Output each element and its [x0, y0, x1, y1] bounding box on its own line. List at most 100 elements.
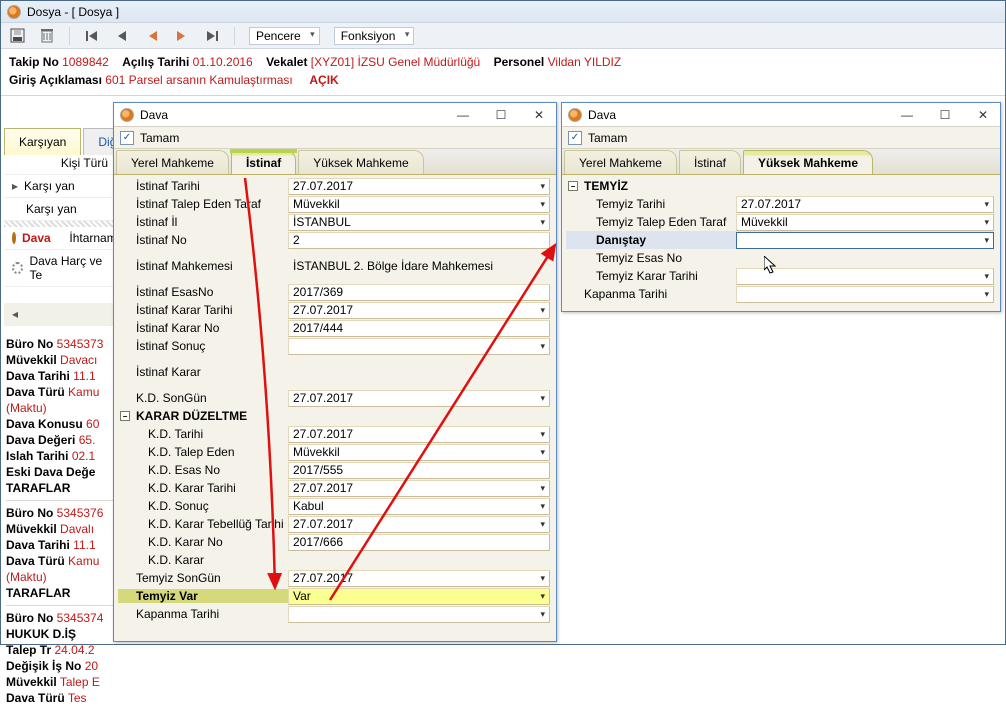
kd-section[interactable]: −KARAR DÜZELTME [118, 407, 550, 425]
kdkt-label: K.D. Karar Tarihi [118, 481, 288, 495]
kde-field[interactable]: 2017/555 [288, 462, 550, 479]
kdte-label: K.D. Talep Eden [118, 445, 288, 459]
nav-first-icon[interactable] [84, 28, 100, 44]
vekalet-val: [XYZ01] İZSU Genel Müdürlüğü [311, 55, 480, 69]
tab-istinaf[interactable]: İstinaf [231, 150, 296, 174]
tamam-label: Tamam [140, 131, 179, 145]
tamam-checkbox[interactable]: ✓ [568, 131, 582, 145]
toolbar-sep [69, 27, 70, 45]
dlg1-titlebar[interactable]: Dava — ☐ ✕ [114, 103, 556, 127]
harc-row[interactable]: Dava Harç ve Te [4, 250, 116, 287]
app-icon [568, 108, 582, 122]
son-field[interactable]: ▾ [288, 338, 550, 355]
main-titlebar: Dosya - [ Dosya ] [1, 1, 1005, 23]
nav-next-red-icon[interactable] [174, 28, 190, 44]
il-field[interactable]: İSTANBUL▾ [288, 214, 550, 231]
kdtt-field[interactable]: 27.07.2017▾ [288, 516, 550, 533]
dlg1-title: Dava [140, 108, 168, 122]
esas-label: İstinaf EsasNo [118, 285, 288, 299]
save-icon[interactable] [9, 28, 25, 44]
kdsg-label: K.D. SonGün [118, 391, 288, 405]
toolbar-sep [234, 27, 235, 45]
tab-yerel[interactable]: Yerel Mahkeme [116, 150, 229, 174]
giris-label: Giriş Açıklaması [9, 73, 102, 87]
no-label: İstinaf No [118, 233, 288, 247]
esas-field[interactable]: 2017/369 [288, 284, 550, 301]
menu-pencere[interactable]: Pencere [249, 27, 320, 45]
tab-yuksek[interactable]: Yüksek Mahkeme [298, 150, 423, 174]
ikno-field[interactable]: 2017/444 [288, 320, 550, 337]
tkt-field[interactable]: ▾ [736, 268, 994, 285]
personel-val: Vildan YILDIZ [548, 55, 622, 69]
minimize-button[interactable]: — [452, 106, 474, 124]
main-toolbar: Pencere Fonksiyon [1, 23, 1005, 49]
info-bar: Takip No 1089842 Açılış Tarihi 01.10.201… [1, 49, 1005, 96]
menu-fonksiyon[interactable]: Fonksiyon [334, 27, 415, 45]
tab-yuksek[interactable]: Yüksek Mahkeme [743, 150, 873, 174]
ikt-field[interactable]: 27.07.2017▾ [288, 302, 550, 319]
karsi2-row[interactable]: Karşı yan [4, 198, 116, 221]
il-label: İstinaf İl [118, 215, 288, 229]
collapse-icon: − [568, 181, 578, 191]
mah-label: İstinaf Mahkemesi [118, 259, 288, 273]
nav-prev-icon[interactable] [114, 28, 130, 44]
left-body: Kişi Türü ▸Karşı yan Karşı yan Dava İhta… [4, 152, 116, 326]
dava-row[interactable]: Dava İhtarname [4, 227, 116, 250]
karsi1-row[interactable]: ▸Karşı yan [4, 175, 116, 198]
giris-val: 601 Parsel arsanın Kamulaştırması [105, 73, 292, 87]
kdk-field [288, 552, 550, 569]
tt-label: Temyiz Tarihi [566, 197, 736, 211]
tamam-checkbox[interactable]: ✓ [120, 131, 134, 145]
kdkn-label: K.D. Karar No [118, 535, 288, 549]
nav-last-icon[interactable] [204, 28, 220, 44]
temyiz-section[interactable]: −TEMYİZ [566, 177, 994, 195]
kdsg-field[interactable]: 27.07.2017▾ [288, 390, 550, 407]
app-icon [7, 5, 21, 19]
tv-field[interactable]: Var▾ [288, 588, 550, 605]
tte-field[interactable]: Müvekkil▾ [736, 214, 994, 231]
kap-field[interactable]: ▾ [288, 606, 550, 623]
takip-label: Takip No [9, 55, 59, 69]
no-field[interactable]: 2 [288, 232, 550, 249]
karar-label: İstinaf Karar [118, 365, 288, 379]
kap2-field[interactable]: ▾ [736, 286, 994, 303]
close-button[interactable]: ✕ [972, 106, 994, 124]
maximize-button[interactable]: ☐ [490, 106, 512, 124]
main-title-text: Dosya - [ Dosya ] [27, 5, 119, 19]
karar-field [288, 364, 550, 381]
dlg1-checkbar: ✓ Tamam [114, 127, 556, 149]
it-label: İstinaf Tarihi [118, 179, 288, 193]
case-list: Büro No 5345373 Müvekkil Davacı Dava Tar… [6, 336, 114, 706]
tab-karsiyan[interactable]: Karşıyan [4, 128, 81, 155]
dlg1-form: İstinaf Tarihi27.07.2017▾ İstinaf Talep … [114, 175, 556, 629]
ten-field[interactable] [736, 250, 994, 267]
ite-field[interactable]: Müvekkil▾ [288, 196, 550, 213]
acilis-val: 01.10.2016 [193, 55, 253, 69]
tab-yerel[interactable]: Yerel Mahkeme [564, 150, 677, 174]
kdt-field[interactable]: 27.07.2017▾ [288, 426, 550, 443]
tsg-field[interactable]: 27.07.2017▾ [288, 570, 550, 587]
dlg2-checkbar: ✓ Tamam [562, 127, 1000, 149]
trash-icon[interactable] [39, 28, 55, 44]
tab-istinaf[interactable]: İstinaf [679, 150, 741, 174]
expand-row[interactable]: ◂ [4, 303, 116, 326]
close-button[interactable]: ✕ [528, 106, 550, 124]
nav-prev-red-icon[interactable] [144, 28, 160, 44]
kap-label: Kapanma Tarihi [118, 607, 288, 621]
tt-field[interactable]: 27.07.2017▾ [736, 196, 994, 213]
dan-field[interactable]: ▾ [736, 232, 994, 249]
vekalet-label: Vekalet [266, 55, 307, 69]
kdkn-field[interactable]: 2017/666 [288, 534, 550, 551]
ikno-label: İstinaf Karar No [118, 321, 288, 335]
kap2-label: Kapanma Tarihi [566, 287, 736, 301]
kdte-field[interactable]: Müvekkil▾ [288, 444, 550, 461]
maximize-button[interactable]: ☐ [934, 106, 956, 124]
son-label: İstinaf Sonuç [118, 339, 288, 353]
kds-field[interactable]: Kabul▾ [288, 498, 550, 515]
app-icon [120, 108, 134, 122]
it-field[interactable]: 27.07.2017▾ [288, 178, 550, 195]
tkt-label: Temyiz Karar Tarihi [566, 269, 736, 283]
kdkt-field[interactable]: 27.07.2017▾ [288, 480, 550, 497]
minimize-button[interactable]: — [896, 106, 918, 124]
dlg2-titlebar[interactable]: Dava — ☐ ✕ [562, 103, 1000, 127]
